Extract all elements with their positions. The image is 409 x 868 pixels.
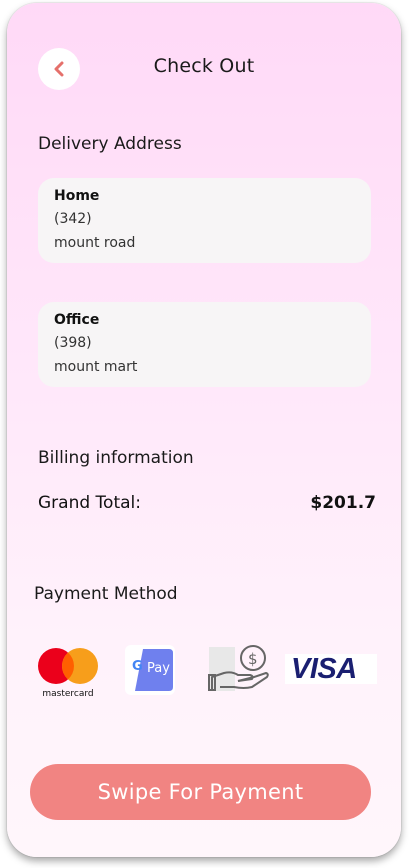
address-label: Home [54, 188, 100, 204]
mastercard-icon [38, 648, 98, 684]
cash-hand-icon: $ [208, 645, 269, 691]
visa-option[interactable]: VISA [285, 654, 377, 684]
grand-total-row: Grand Total: $201.7 [38, 493, 376, 513]
mastercard-option[interactable]: mastercard [37, 646, 99, 700]
cash-option[interactable]: $ [208, 641, 270, 693]
delivery-address-title: Delivery Address [38, 134, 182, 154]
address-card-office[interactable]: Office (398) mount mart [38, 302, 371, 387]
visa-icon: VISA [291, 653, 357, 685]
google-pay-label: Pay [147, 661, 170, 676]
swipe-for-payment-button[interactable]: Swipe For Payment [30, 764, 371, 820]
address-card-home[interactable]: Home (342) mount road [38, 178, 371, 263]
address-number: (342) [54, 211, 92, 227]
grand-total-label: Grand Total: [38, 493, 141, 513]
billing-title: Billing information [38, 448, 194, 468]
address-label: Office [54, 312, 100, 328]
checkout-screen: Check Out Delivery Address Home (342) mo… [7, 3, 401, 857]
grand-total-value: $201.7 [310, 493, 376, 513]
payment-method-title: Payment Method [34, 584, 178, 604]
svg-text:$: $ [248, 650, 258, 668]
svg-text:G: G [132, 659, 143, 674]
google-pay-option[interactable]: G Pay [125, 645, 175, 695]
page-title: Check Out [153, 55, 255, 77]
address-street: mount road [54, 235, 136, 251]
mastercard-label: mastercard [42, 689, 94, 699]
address-street: mount mart [54, 359, 138, 375]
address-number: (398) [54, 335, 92, 351]
